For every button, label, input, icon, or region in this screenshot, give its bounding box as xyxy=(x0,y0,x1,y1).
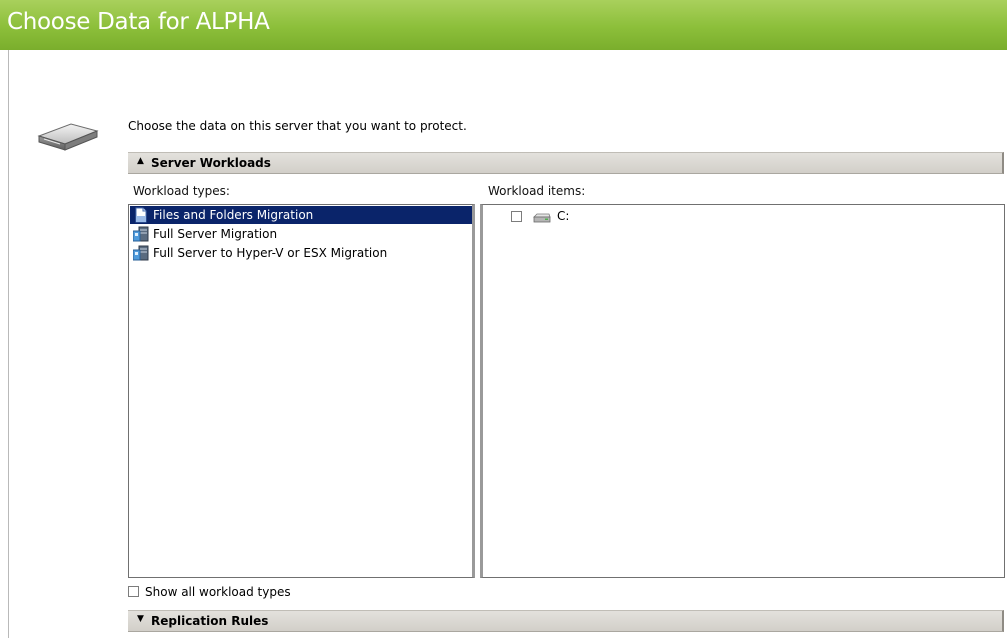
server-drive-icon xyxy=(37,123,99,151)
intro-text: Choose the data on this server that you … xyxy=(128,119,467,133)
server-workloads-header[interactable]: ▲ Server Workloads xyxy=(128,152,1004,174)
workload-items-tree[interactable]: C: xyxy=(480,204,1005,578)
expand-arrow-icon: ▼ xyxy=(137,614,144,624)
workload-type-item[interactable]: Full Server Migration xyxy=(130,225,277,243)
workload-type-label: Files and Folders Migration xyxy=(153,208,314,222)
replication-rules-header[interactable]: ▼ Replication Rules xyxy=(128,610,1004,632)
page-title: Choose Data for ALPHA xyxy=(7,9,270,35)
show-all-label: Show all workload types xyxy=(145,585,291,599)
header-band: Choose Data for ALPHA xyxy=(0,0,1007,50)
workload-type-label: Full Server Migration xyxy=(153,227,278,241)
left-divider xyxy=(8,50,9,638)
collapse-arrow-icon: ▲ xyxy=(137,156,144,166)
drive-checkbox[interactable] xyxy=(511,211,522,222)
workload-type-item[interactable]: Files and Folders Migration xyxy=(130,206,472,224)
workload-items-label: Workload items: xyxy=(488,184,586,198)
section-label: Server Workloads xyxy=(151,156,271,170)
workload-type-item[interactable]: Full Server to Hyper-V or ESX Migration xyxy=(130,244,387,262)
server-icon xyxy=(133,245,149,261)
server-icon xyxy=(133,226,149,242)
workload-type-label: Full Server to Hyper-V or ESX Migration xyxy=(153,246,388,260)
document-icon xyxy=(135,207,147,223)
drive-label: C: xyxy=(557,209,570,223)
workload-types-list[interactable]: Files and Folders Migration Full Server … xyxy=(128,204,475,578)
show-all-checkbox[interactable] xyxy=(128,586,139,597)
workload-types-label: Workload types: xyxy=(133,184,230,198)
section-label: Replication Rules xyxy=(151,614,269,628)
drive-icon xyxy=(533,213,551,223)
